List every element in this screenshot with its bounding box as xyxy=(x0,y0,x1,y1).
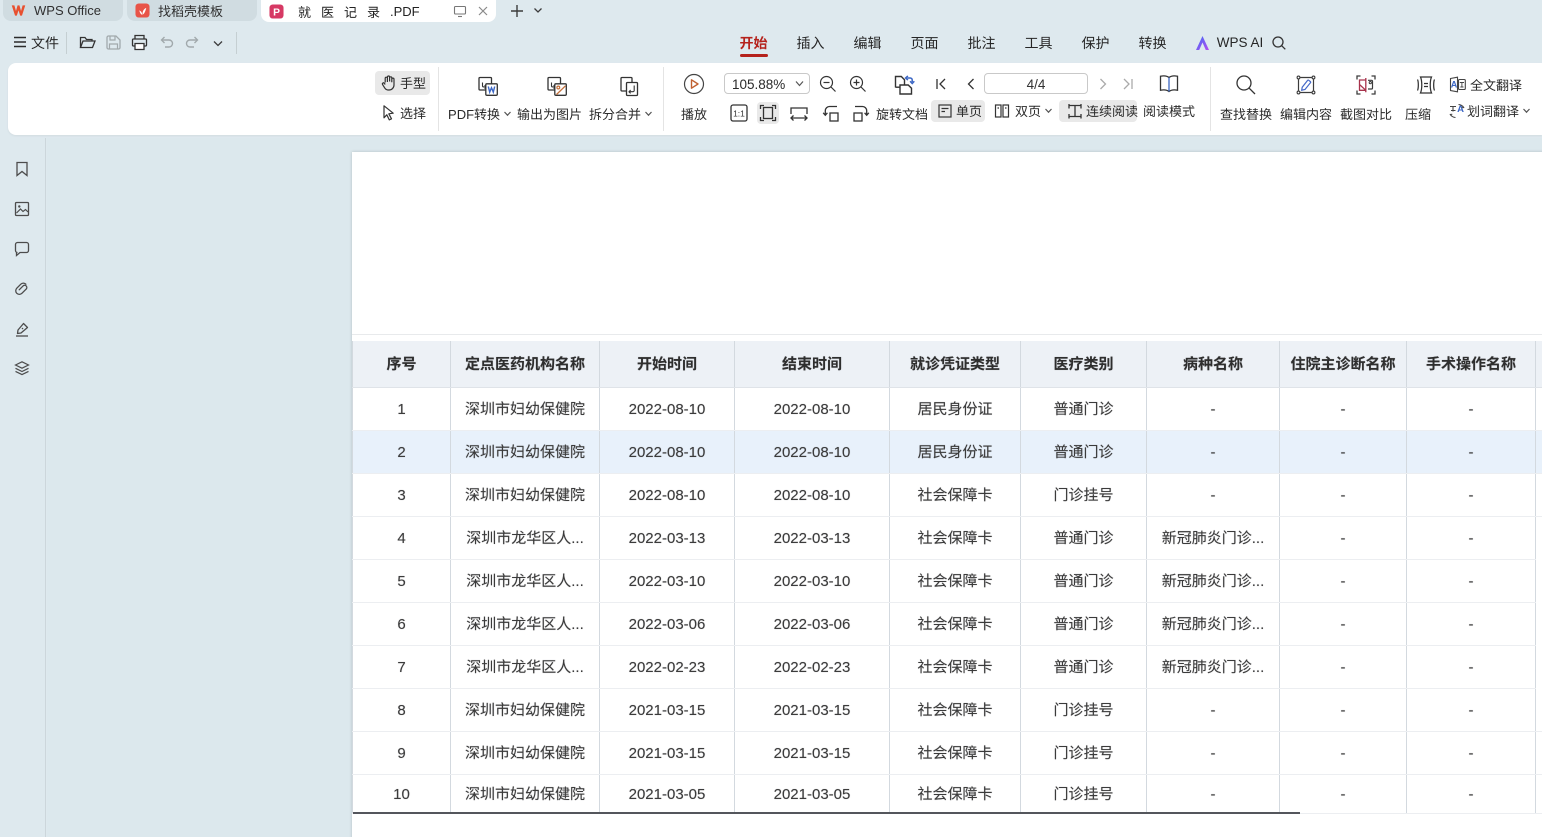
svg-text:P: P xyxy=(273,7,280,18)
svg-text:A: A xyxy=(1457,104,1464,115)
svg-text:1:1: 1:1 xyxy=(733,109,745,119)
svg-text:A: A xyxy=(1451,80,1458,90)
